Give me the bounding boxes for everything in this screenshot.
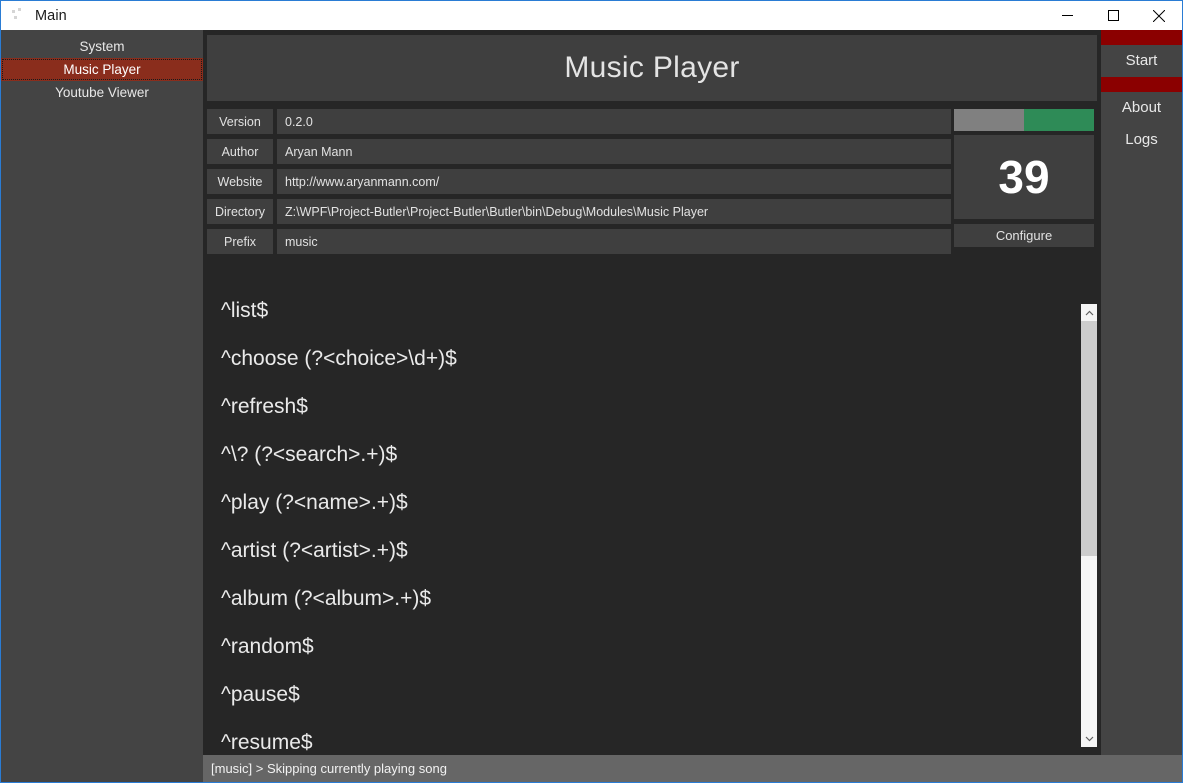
label-prefix: Prefix bbox=[207, 229, 273, 254]
module-title: Music Player bbox=[564, 51, 740, 84]
scroll-up-button[interactable] bbox=[1081, 304, 1097, 321]
close-icon bbox=[1153, 9, 1165, 22]
maximize-icon bbox=[1107, 10, 1119, 21]
value-directory[interactable]: Z:\WPF\Project-Butler\Project-Butler\But… bbox=[277, 199, 951, 224]
configure-button[interactable]: Configure bbox=[954, 224, 1094, 247]
module-info-fields: Version 0.2.0 Author Aryan Mann Website … bbox=[207, 109, 951, 259]
sidebar-item-system[interactable]: System bbox=[1, 35, 203, 58]
module-list-sidebar: System Music Player Youtube Viewer bbox=[1, 30, 203, 755]
minimize-icon bbox=[1061, 15, 1073, 16]
maximize-button[interactable] bbox=[1090, 1, 1136, 30]
list-item[interactable]: ^list$ bbox=[221, 296, 1080, 344]
scrollbar-thumb[interactable] bbox=[1081, 321, 1097, 556]
window-title: Main bbox=[35, 7, 67, 24]
value-version[interactable]: 0.2.0 bbox=[277, 109, 951, 134]
value-prefix[interactable]: music bbox=[277, 229, 951, 254]
list-item[interactable]: ^random$ bbox=[221, 632, 1080, 680]
actions-sidebar-filler bbox=[1101, 156, 1182, 782]
toggle-on-half[interactable] bbox=[1024, 109, 1094, 131]
command-count-box: 39 bbox=[954, 135, 1094, 219]
title-bar: Main bbox=[1, 1, 1182, 30]
chevron-down-icon bbox=[1085, 736, 1093, 741]
list-item[interactable]: ^artist (?<artist>.+)$ bbox=[221, 536, 1080, 584]
label-version: Version bbox=[207, 109, 273, 134]
toggle-off-half[interactable] bbox=[954, 109, 1024, 131]
sidebar-accent-bar-top bbox=[1101, 30, 1182, 45]
label-directory: Directory bbox=[207, 199, 273, 224]
info-row-version: Version 0.2.0 bbox=[207, 109, 951, 134]
command-list: ^list$ ^choose (?<choice>\d+)$ ^refresh$… bbox=[207, 278, 1080, 755]
list-item[interactable]: ^choose (?<choice>\d+)$ bbox=[221, 344, 1080, 392]
status-text: [music] > Skipping currently playing son… bbox=[211, 761, 447, 776]
close-button[interactable] bbox=[1136, 1, 1182, 30]
value-author[interactable]: Aryan Mann bbox=[277, 139, 951, 164]
status-bar-left-filler bbox=[1, 755, 203, 782]
list-item[interactable]: ^play (?<name>.+)$ bbox=[221, 488, 1080, 536]
list-item[interactable]: ^resume$ bbox=[221, 728, 1080, 755]
label-author: Author bbox=[207, 139, 273, 164]
list-item[interactable]: ^pause$ bbox=[221, 680, 1080, 728]
sidebar-item-youtube-viewer[interactable]: Youtube Viewer bbox=[1, 81, 203, 104]
module-detail-panel: Music Player Version 0.2.0 Author Aryan … bbox=[207, 30, 1097, 755]
list-item[interactable]: ^\? (?<search>.+)$ bbox=[221, 440, 1080, 488]
module-status-panel: 39 Configure bbox=[954, 109, 1094, 247]
value-website[interactable]: http://www.aryanmann.com/ bbox=[277, 169, 951, 194]
window-controls bbox=[1044, 1, 1182, 30]
command-list-scrollbar[interactable] bbox=[1080, 304, 1097, 747]
command-count-value: 39 bbox=[998, 151, 1050, 203]
logs-button[interactable]: Logs bbox=[1101, 124, 1182, 156]
module-header: Music Player bbox=[207, 35, 1097, 101]
info-row-website: Website http://www.aryanmann.com/ bbox=[207, 169, 951, 194]
scroll-down-button[interactable] bbox=[1081, 730, 1097, 747]
app-icon bbox=[10, 7, 27, 24]
status-bar: [music] > Skipping currently playing son… bbox=[203, 755, 1182, 782]
chevron-up-icon bbox=[1085, 310, 1093, 315]
info-row-prefix: Prefix music bbox=[207, 229, 951, 254]
sidebar-accent-bar-middle bbox=[1101, 77, 1182, 92]
list-item[interactable]: ^album (?<album>.+)$ bbox=[221, 584, 1080, 632]
enabled-toggle[interactable] bbox=[954, 109, 1094, 131]
label-website: Website bbox=[207, 169, 273, 194]
info-row-directory: Directory Z:\WPF\Project-Butler\Project-… bbox=[207, 199, 951, 224]
actions-sidebar: Start About Logs bbox=[1101, 30, 1182, 782]
minimize-button[interactable] bbox=[1044, 1, 1090, 30]
about-button[interactable]: About bbox=[1101, 92, 1182, 124]
app-window: Main System Music Player Youtube Viewer … bbox=[0, 0, 1183, 783]
sidebar-item-music-player[interactable]: Music Player bbox=[1, 58, 203, 81]
info-row-author: Author Aryan Mann bbox=[207, 139, 951, 164]
command-list-panel: ^list$ ^choose (?<choice>\d+)$ ^refresh$… bbox=[207, 278, 1097, 755]
start-button[interactable]: Start bbox=[1101, 45, 1182, 77]
list-item[interactable]: ^refresh$ bbox=[221, 392, 1080, 440]
